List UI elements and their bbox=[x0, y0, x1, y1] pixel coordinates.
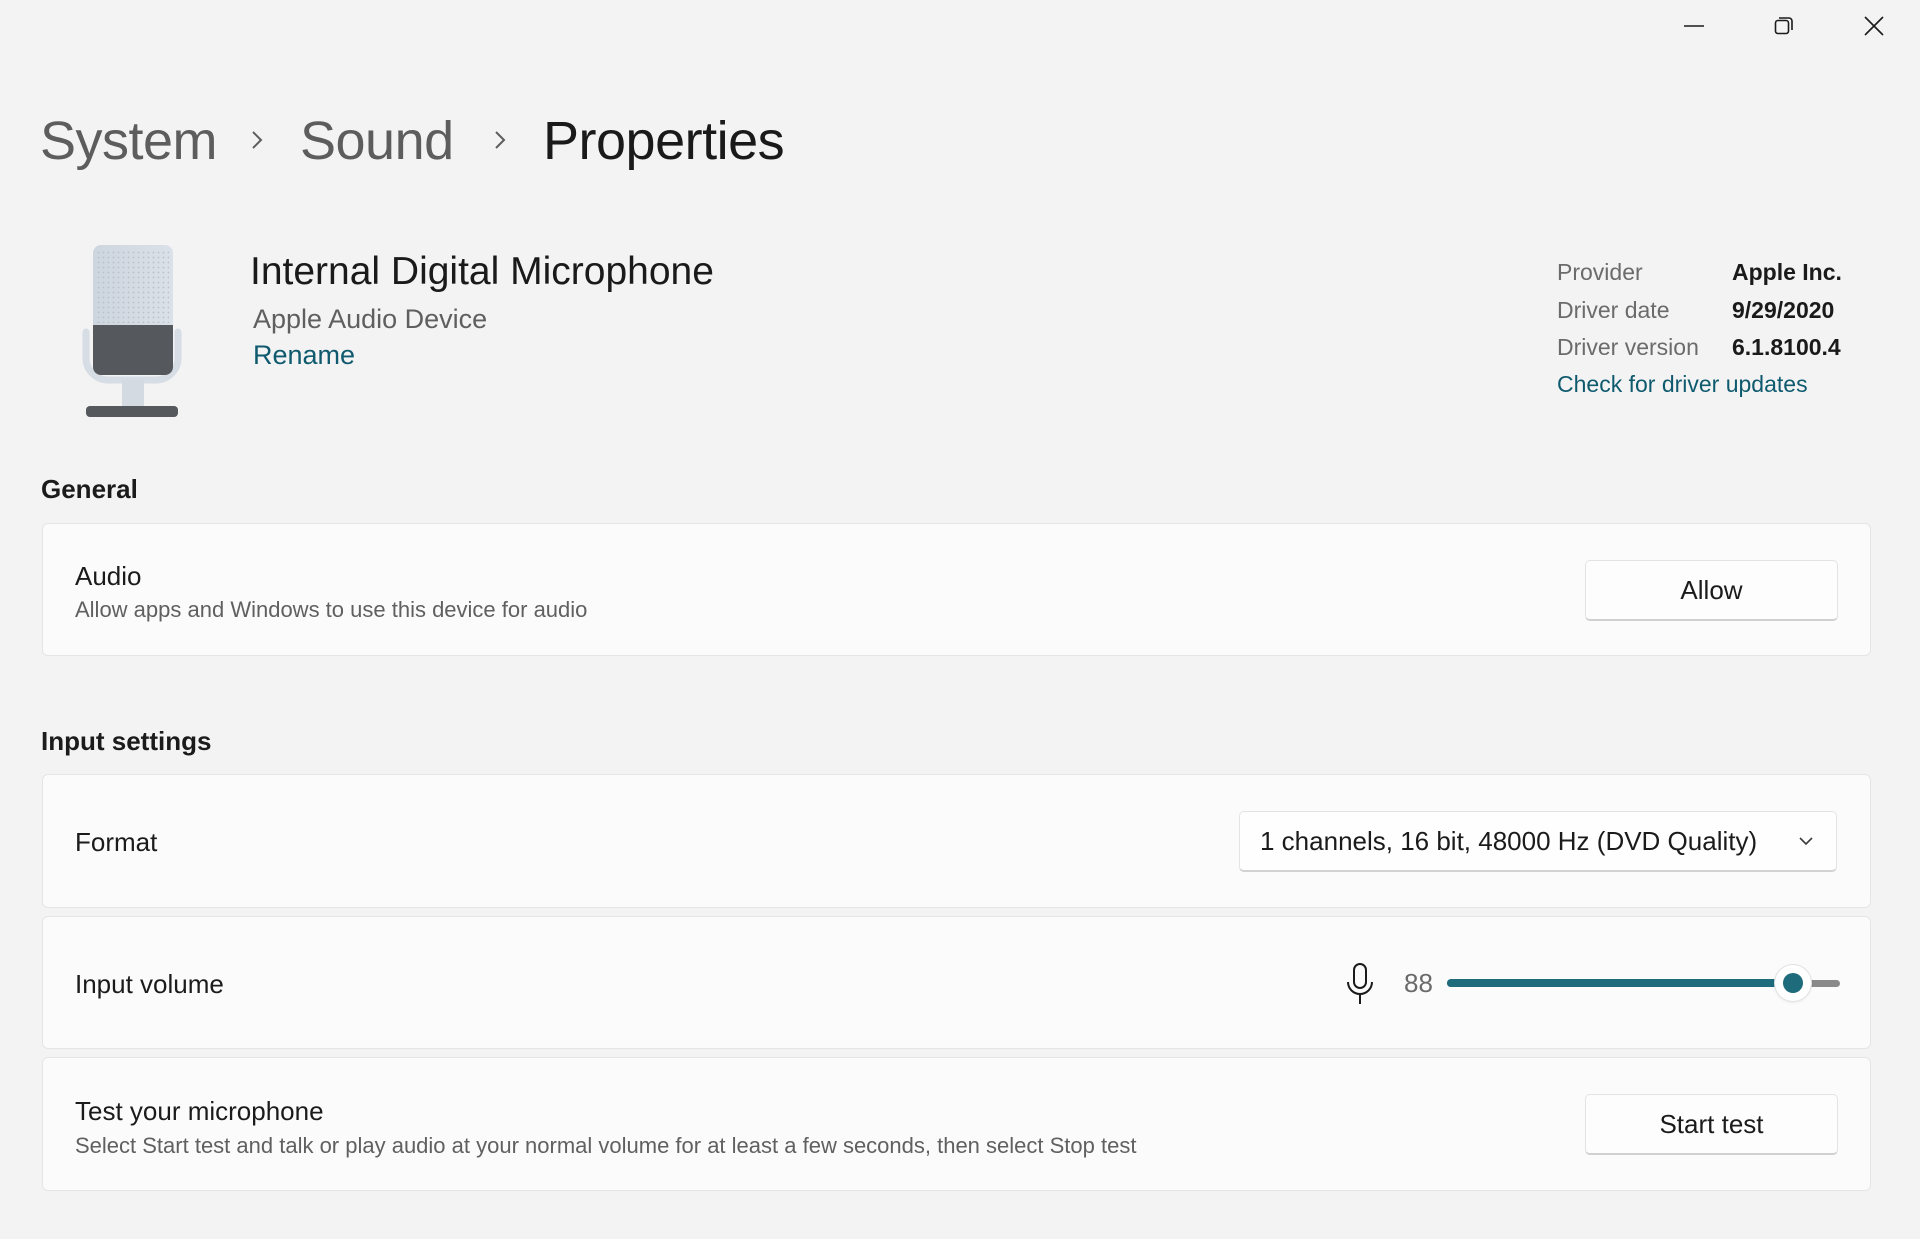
breadcrumb-sound[interactable]: Sound bbox=[300, 108, 454, 174]
breadcrumb-system[interactable]: System bbox=[40, 108, 218, 174]
minimize-icon bbox=[1683, 15, 1705, 37]
close-icon bbox=[1863, 15, 1885, 37]
driver-version-value: 6.1.8100.4 bbox=[1732, 334, 1841, 360]
restore-button[interactable] bbox=[1740, 0, 1828, 52]
format-card: Format 1 channels, 16 bit, 48000 Hz (DVD… bbox=[42, 774, 1871, 908]
format-dropdown[interactable]: 1 channels, 16 bit, 48000 Hz (DVD Qualit… bbox=[1239, 811, 1837, 872]
test-microphone-title: Test your microphone bbox=[75, 1096, 324, 1126]
rename-link[interactable]: Rename bbox=[253, 338, 355, 372]
driver-date-value: 9/29/2020 bbox=[1732, 297, 1835, 323]
restore-icon bbox=[1773, 15, 1795, 37]
input-volume-slider[interactable] bbox=[1447, 965, 1840, 1001]
start-test-button[interactable]: Start test bbox=[1585, 1094, 1838, 1155]
check-driver-updates-link[interactable]: Check for driver updates bbox=[1557, 369, 1808, 399]
slider-thumb[interactable] bbox=[1775, 965, 1811, 1001]
page-title: Properties bbox=[543, 111, 785, 171]
test-microphone-card: Test your microphone Select Start test a… bbox=[42, 1057, 1871, 1191]
close-button[interactable] bbox=[1830, 0, 1918, 52]
audio-description: Allow apps and Windows to use this devic… bbox=[75, 597, 588, 622]
input-volume-card: Input volume 88 bbox=[42, 916, 1871, 1049]
format-selected-value: 1 channels, 16 bit, 48000 Hz (DVD Qualit… bbox=[1260, 826, 1758, 856]
input-settings-heading: Input settings bbox=[41, 726, 212, 756]
general-heading: General bbox=[41, 474, 138, 504]
device-name: Internal Digital Microphone bbox=[250, 250, 714, 293]
audio-card: Audio Allow apps and Windows to use this… bbox=[42, 523, 1871, 656]
allow-button[interactable]: Allow bbox=[1585, 560, 1838, 621]
driver-version-label: Driver version bbox=[1557, 334, 1699, 360]
chevron-right-icon bbox=[249, 126, 265, 159]
microphone-device-icon bbox=[76, 240, 188, 422]
audio-title: Audio bbox=[75, 561, 142, 591]
test-microphone-description: Select Start test and talk or play audio… bbox=[75, 1133, 1137, 1158]
format-title: Format bbox=[75, 827, 158, 857]
input-volume-title: Input volume bbox=[75, 969, 224, 999]
slider-fill bbox=[1447, 979, 1793, 987]
chevron-down-icon bbox=[1798, 834, 1814, 853]
input-volume-value: 88 bbox=[1404, 968, 1433, 998]
device-type: Apple Audio Device bbox=[253, 304, 488, 334]
provider-value: Apple Inc. bbox=[1732, 259, 1842, 285]
chevron-right-icon bbox=[492, 126, 508, 159]
minimize-button[interactable] bbox=[1650, 0, 1738, 52]
driver-date-label: Driver date bbox=[1557, 297, 1670, 323]
provider-label: Provider bbox=[1557, 259, 1643, 285]
microphone-icon bbox=[1344, 962, 1376, 1011]
